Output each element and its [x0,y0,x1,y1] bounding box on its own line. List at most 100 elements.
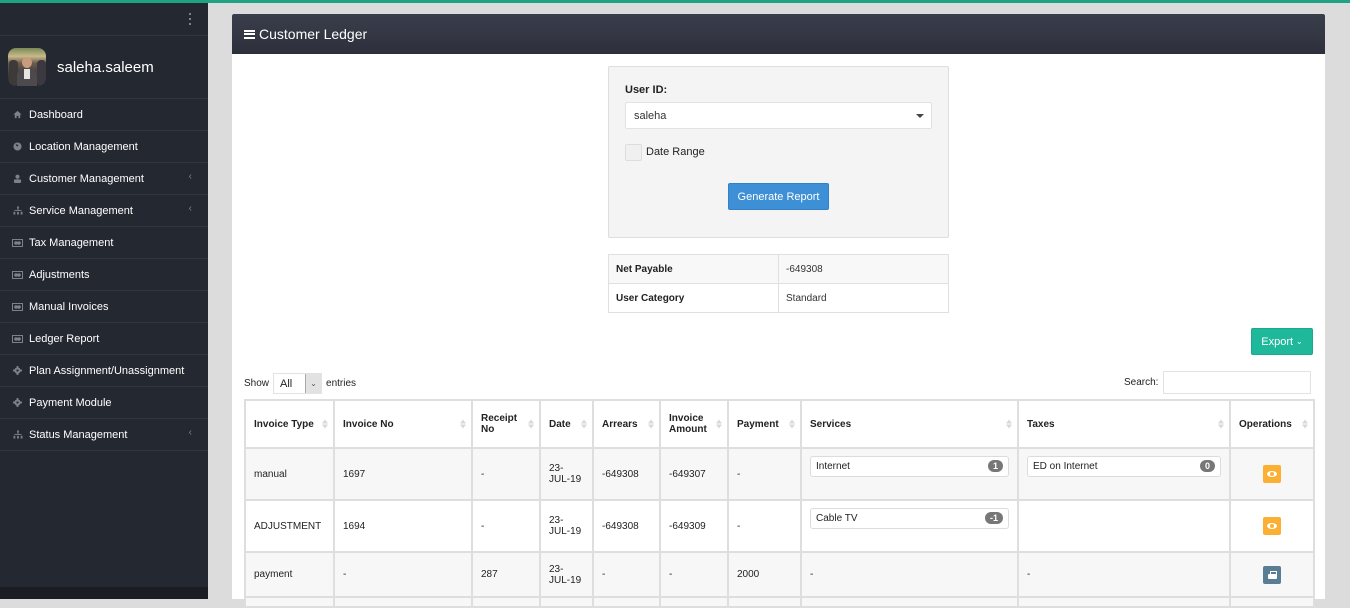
sidebar-footer [0,587,208,599]
sort-icon [460,419,466,429]
cell-operations [1229,447,1315,501]
sidebar-item-service-management[interactable]: Service Management ‹ [0,195,208,227]
gear-icon [12,365,23,376]
summary-key: Net Payable [608,254,779,284]
export-button[interactable]: Export ⌄ [1251,328,1313,355]
cell-invoice-amount: -649309 [659,499,729,553]
column-header-label: Invoice Amount [669,413,707,435]
service-name: Cable TV [816,512,858,524]
chevron-left-icon: ‹ [188,427,192,438]
ledger-table: Invoice Type Invoice No Receipt No Date … [244,399,1315,608]
column-header-operations[interactable]: Operations [1229,399,1315,449]
sidebar-item-dashboard[interactable]: Dashboard [0,99,208,131]
cell-taxes: ED on Internet 0 [1017,447,1231,501]
sidebar-item-location-management[interactable]: Location Management [0,131,208,163]
generate-report-button[interactable]: Generate Report [728,183,829,210]
summary-value: Standard [778,283,949,313]
column-header-label: Payment [737,418,779,430]
panel-header: Customer Ledger [232,14,1325,54]
user-id-select[interactable]: saleha [625,102,932,129]
cell-date: 23-JUL-19 [539,447,594,501]
sidebar-item-label: Adjustments [29,268,90,281]
page-title: Customer Ledger [259,26,368,42]
summary-key: User Category [608,283,779,313]
export-label: Export [1261,335,1294,348]
sidebar-item-plan-assignment[interactable]: Plan Assignment/Unassignment [0,355,208,387]
caret-down-icon [916,114,924,118]
sidebar-item-status-management[interactable]: Status Management ‹ [0,419,208,451]
view-button[interactable] [1263,517,1281,535]
sidebar-item-customer-management[interactable]: Customer Management ‹ [0,163,208,195]
sidebar-nav: Dashboard Location Management Customer M… [0,99,208,451]
tax-tag: ED on Internet 0 [1027,455,1221,477]
column-header-receipt-no[interactable]: Receipt No [471,399,541,449]
column-header-payment[interactable]: Payment [727,399,802,449]
cell-arrears: -649308 [592,499,661,553]
entries-length-control: Show All ⌄ entries [244,373,356,394]
column-header-date[interactable]: Date [539,399,594,449]
column-header-label: Invoice Type [254,418,314,430]
sidebar-item-label: Customer Management [29,172,144,185]
date-range-checkbox[interactable] [625,144,642,161]
kebab-vertical-icon[interactable] [188,13,192,25]
chevron-left-icon: ‹ [188,203,192,214]
column-header-invoice-type[interactable]: Invoice Type [244,399,335,449]
print-button[interactable] [1263,565,1281,584]
username: saleha.saleem [57,58,154,76]
money-icon [12,269,23,280]
tax-count-badge: 0 [1199,460,1215,472]
cell-taxes: - [1017,551,1231,598]
avatar[interactable] [8,48,46,86]
money-icon [12,237,23,248]
view-button[interactable] [1263,465,1281,483]
summary-row-user-category: User Category Standard [608,283,949,313]
cell-invoice-amount: -649307 [659,447,729,501]
sort-icon [1218,419,1224,429]
cell-receipt-no: - [471,447,541,501]
column-header-invoice-no[interactable]: Invoice No [333,399,473,449]
cell-services: Cable TV -1 [800,499,1019,553]
column-header-label: Services [810,418,852,430]
sidebar-item-label: Plan Assignment/Unassignment [29,364,185,377]
column-header-taxes[interactable]: Taxes [1017,399,1231,449]
column-header-label: Receipt No [481,413,518,435]
page-gutter [1325,14,1350,599]
chevron-down-icon: ⌄ [305,374,322,393]
cell-date: 23-JUL-19 [539,551,594,598]
eye-icon [1267,523,1277,529]
sidebar-item-adjustments[interactable]: Adjustments [0,259,208,291]
sidebar-item-payment-module[interactable]: Payment Module [0,387,208,419]
cell-receipt-no: - [471,499,541,553]
column-header-arrears[interactable]: Arrears [592,399,661,449]
cell-date: 23-JUL-19 [539,499,594,553]
service-name: Internet [816,460,850,472]
table-header-row: Invoice Type Invoice No Receipt No Date … [244,399,1315,449]
cell-payment: 2000 [727,551,802,598]
customer-ledger-panel: Customer Ledger User ID: saleha Date Ran… [232,14,1325,608]
show-label: Show [244,378,270,389]
hamburger-icon [244,29,255,39]
sitemap-icon [12,205,23,216]
sort-icon [789,419,795,429]
column-header-label: Invoice No [343,418,394,430]
service-tag: Internet 1 [810,455,1009,477]
summary-table: Net Payable -649308 User Category Standa… [608,254,949,313]
sidebar: saleha.saleem Dashboard Location Managem… [0,3,208,599]
sort-icon [581,419,587,429]
sidebar-item-manual-invoices[interactable]: Manual Invoices [0,291,208,323]
column-header-invoice-amount[interactable]: Invoice Amount [659,399,729,449]
table-row: manual 1697 - 23-JUL-19 -649308 -649307 … [244,447,1315,501]
column-header-services[interactable]: Services [800,399,1019,449]
user-profile: saleha.saleem [0,36,208,99]
entries-value: All [280,377,293,390]
cell-payment: - [727,499,802,553]
sort-icon [648,419,654,429]
cell-payment: - [727,447,802,501]
sidebar-item-tax-management[interactable]: Tax Management [0,227,208,259]
column-header-label: Taxes [1027,418,1055,430]
search-input[interactable] [1163,371,1312,394]
entries-select[interactable]: All ⌄ [273,373,323,394]
cell-invoice-type: payment [244,551,335,598]
sidebar-item-ledger-report[interactable]: Ledger Report [0,323,208,355]
summary-value: -649308 [778,254,949,284]
